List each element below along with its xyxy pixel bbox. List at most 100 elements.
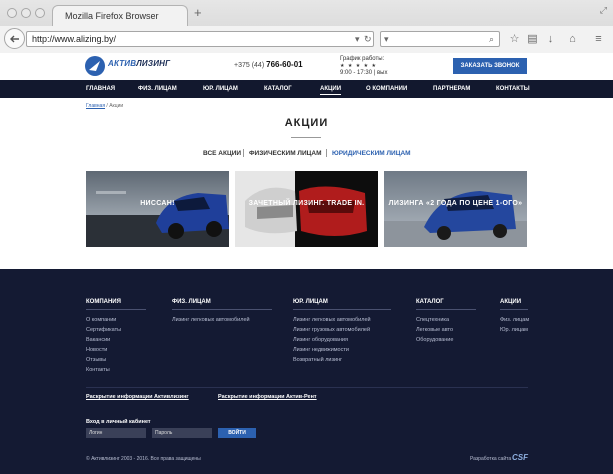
footer-link[interactable]: Юр. лицам — [500, 327, 528, 333]
menu-item-legal-entities[interactable]: ЮР. ЛИЦАМ — [203, 86, 238, 92]
footer-link[interactable]: Вакансии — [86, 337, 110, 343]
promo-card-nissan[interactable]: НИССАН! — [86, 171, 229, 247]
menu-item-about[interactable]: О КОМПАНИИ — [366, 86, 407, 92]
minimize-window-button[interactable] — [21, 8, 31, 18]
phone-number[interactable]: +375 (44) 766-60-01 — [234, 60, 303, 69]
phone-prefix: +375 (44) — [234, 62, 265, 69]
home-icon[interactable]: ⌂ — [566, 33, 579, 46]
login-input[interactable]: Логин — [86, 428, 146, 438]
menu-item-home[interactable]: ГЛАВНАЯ — [86, 86, 115, 92]
working-hours: График работы: ★ ★ ★ ★ ★ 9:00 - 17:30 | … — [340, 56, 388, 76]
dropdown-icon[interactable]: ▾ — [355, 34, 360, 45]
footer-link[interactable]: Лизинг грузовых автомобилей — [293, 327, 370, 333]
reading-list-icon[interactable]: ▤ — [526, 33, 539, 46]
promo-image-trade-in — [235, 171, 378, 247]
search-icon[interactable]: ⌕ — [489, 34, 494, 45]
footer-link[interactable]: Легковые авто — [416, 327, 453, 333]
footer-heading-line — [500, 309, 528, 310]
breadcrumb-current: Акции — [109, 103, 124, 109]
browser-chrome: Mozilla Firefox Browser + ⤢ http://www.a… — [0, 0, 613, 53]
search-bar[interactable]: ▾ ⌕ — [380, 31, 500, 47]
disclosure-link-activrent[interactable]: Раскрытие информации Актив-Рент — [218, 394, 317, 400]
footer-link[interactable]: Физ. лицам — [500, 317, 529, 323]
footer-heading-line — [293, 309, 391, 310]
site-logo[interactable]: АКТИВЛИЗИНГ — [108, 59, 170, 68]
footer-heading-promotions: АКЦИИ — [500, 299, 522, 305]
filter-all[interactable]: ВСЕ АКЦИИ — [203, 150, 241, 157]
downloads-icon[interactable]: ↓ — [544, 33, 557, 46]
footer-link[interactable]: Сертификаты — [86, 327, 121, 333]
footer-link[interactable]: Лизинг легковых автомобилей — [172, 317, 250, 323]
promo-image-nissan — [86, 171, 229, 247]
footer-heading-line — [172, 309, 272, 310]
menu-item-promotions[interactable]: АКЦИИ — [320, 86, 342, 95]
search-engine-icon[interactable]: ▾ — [384, 34, 389, 45]
navigation-toolbar: http://www.alizing.by/ ▾ ↻ ▾ ⌕ ☆ ▤ ↓ ⌂ ≡ — [0, 26, 613, 53]
hours-weekend: вых — [376, 70, 388, 76]
logo-word-2: ЛИЗИНГ — [136, 59, 171, 68]
menu-item-partners[interactable]: ПАРТНЕРАМ — [433, 86, 470, 92]
promo-label: ЛИЗИНГА «2 ГОДА ПО ЦЕНЕ 1-ОГО» — [388, 200, 523, 207]
back-button[interactable] — [4, 28, 25, 49]
logo-mark-icon[interactable] — [85, 56, 105, 76]
disclosure-link-activleasing[interactable]: Раскрытие информации Активлизинг — [86, 394, 189, 400]
back-arrow-icon — [10, 35, 19, 43]
order-call-button[interactable]: ЗАКАЗАТЬ ЗВОНОК — [453, 58, 527, 74]
logo-word-1: АКТИВ — [108, 59, 137, 68]
footer-link[interactable]: Отзывы — [86, 357, 106, 363]
reload-icon[interactable]: ↻ — [364, 34, 372, 45]
promo-card-two-years[interactable]: ЛИЗИНГА «2 ГОДА ПО ЦЕНЕ 1-ОГО» — [384, 171, 527, 247]
filter-separator — [243, 149, 244, 157]
login-label: Вход в личный кабинет — [86, 419, 151, 425]
copyright-text: © Активлизинг 2003 - 2016. Все права защ… — [86, 456, 201, 462]
developer-logo[interactable]: CSF — [512, 453, 528, 462]
title-underline — [291, 137, 321, 138]
site-footer: КОМПАНИЯ О компании Сертификаты Вакансии… — [0, 269, 613, 474]
breadcrumb: Главная / Акции — [86, 103, 123, 109]
footer-link[interactable]: О компании — [86, 317, 116, 323]
footer-link[interactable]: Лизинг оборудования — [293, 337, 348, 343]
filter-separator — [326, 149, 327, 157]
menu-item-contacts[interactable]: КОНТАКТЫ — [496, 86, 530, 92]
menu-item-individuals[interactable]: ФИЗ. ЛИЦАМ — [138, 86, 177, 92]
footer-link[interactable]: Спецтехника — [416, 317, 449, 323]
browser-tab[interactable]: Mozilla Firefox Browser — [52, 5, 188, 26]
footer-heading-line — [86, 309, 146, 310]
developer-credit: Разработка сайта — [470, 456, 512, 462]
menu-item-catalog[interactable]: КАТАЛОГ — [264, 86, 292, 92]
footer-link[interactable]: Лизинг недвижимости — [293, 347, 349, 353]
footer-heading-company: КОМПАНИЯ — [86, 299, 121, 305]
fullscreen-icon[interactable]: ⤢ — [600, 5, 607, 16]
password-input[interactable]: Пароль — [152, 428, 212, 438]
footer-link[interactable]: Оборудование — [416, 337, 453, 343]
web-page: АКТИВЛИЗИНГ +375 (44) 766-60-01 График р… — [0, 53, 613, 474]
url-text: http://www.alizing.by/ — [32, 34, 117, 44]
breadcrumb-home[interactable]: Главная — [86, 103, 105, 109]
filter-individuals[interactable]: ФИЗИЧЕСКИМ ЛИЦАМ — [249, 150, 322, 157]
phone-main: 766-60-01 — [266, 60, 303, 69]
menu-icon[interactable]: ≡ — [592, 33, 605, 46]
page-title: АКЦИИ — [284, 117, 329, 129]
new-tab-button[interactable]: + — [194, 6, 202, 19]
login-button[interactable]: ВОЙТИ — [218, 428, 256, 438]
footer-link[interactable]: Новости — [86, 347, 107, 353]
footer-heading-catalog: КАТАЛОГ — [416, 299, 444, 305]
url-bar[interactable]: http://www.alizing.by/ ▾ ↻ — [26, 31, 374, 47]
footer-link[interactable]: Контакты — [86, 367, 110, 373]
footer-link[interactable]: Возвратный лизинг — [293, 357, 342, 363]
tab-title: Mozilla Firefox Browser — [65, 11, 159, 21]
footer-divider — [86, 387, 528, 388]
bookmark-star-icon[interactable]: ☆ — [508, 33, 521, 46]
hours-days: ★ ★ ★ ★ ★ — [340, 63, 377, 69]
footer-heading-legal: ЮР. ЛИЦАМ — [293, 299, 328, 305]
close-window-button[interactable] — [7, 8, 17, 18]
logo-arrow-icon — [89, 61, 100, 71]
hours-title: График работы: — [340, 56, 385, 62]
promo-label: НИССАН! — [140, 200, 175, 207]
maximize-window-button[interactable] — [35, 8, 45, 18]
footer-link[interactable]: Лизинг легковых автомобилей — [293, 317, 371, 323]
promo-card-trade-in[interactable]: ЗАЧЕТНЫЙ ЛИЗИНГ. TRADE IN. — [235, 171, 378, 247]
hours-time: 9:00 - 17:30 — [340, 70, 373, 76]
filter-legal-entities[interactable]: ЮРИДИЧЕСКИМ ЛИЦАМ — [332, 150, 411, 157]
tab-bar: Mozilla Firefox Browser + ⤢ — [0, 0, 613, 26]
